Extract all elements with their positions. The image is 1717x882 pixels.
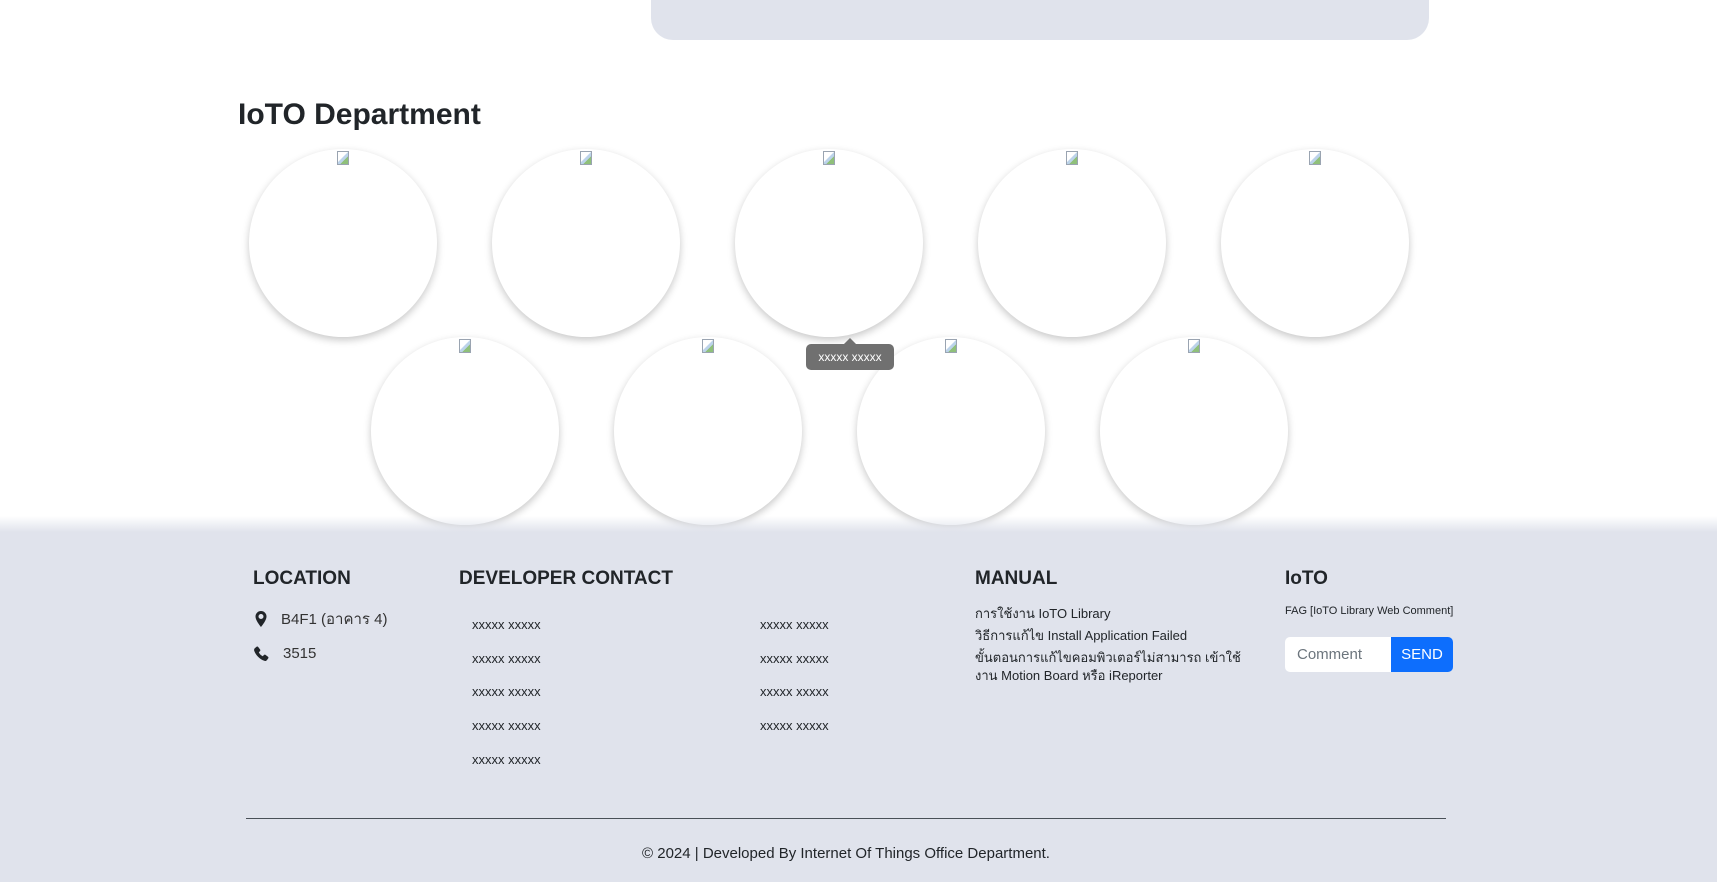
member-avatar[interactable] (371, 337, 559, 525)
broken-image-icon (580, 151, 592, 165)
location-place: B4F1 (อาคาร 4) (253, 607, 387, 631)
manual-link-motion-board[interactable]: ขั้นตอนการแก้ไขคอมพิวเตอร์ไม่สามารถ เข้า… (975, 649, 1255, 685)
developer-contact-item: xxxxx xxxxx (760, 684, 829, 699)
developer-contact-item: xxxxx xxxxx (472, 651, 541, 666)
developer-contact-item: xxxxx xxxxx (472, 718, 541, 733)
developer-contact-heading: DEVELOPER CONTACT (459, 568, 673, 589)
map-pin-icon (255, 611, 267, 627)
member-avatar[interactable] (249, 149, 437, 337)
member-avatar[interactable] (978, 149, 1166, 337)
broken-image-icon (823, 151, 835, 165)
developer-contact-item: xxxxx xxxxx (760, 617, 829, 632)
top-panel (651, 0, 1429, 40)
department-title: IoTO Department (238, 98, 481, 131)
phone-icon (254, 646, 269, 661)
member-avatar[interactable] (1100, 337, 1288, 525)
location-phone: 3515 (253, 645, 316, 662)
location-place-text: B4F1 (อาคาร 4) (281, 611, 388, 628)
developer-contact-item: xxxxx xxxxx (760, 651, 829, 666)
member-avatar[interactable] (614, 337, 802, 525)
ioto-heading: IoTO (1285, 568, 1328, 589)
developer-contact-item: xxxxx xxxxx (760, 718, 829, 733)
broken-image-icon (702, 339, 714, 353)
footer-divider (246, 818, 1446, 819)
location-phone-text: 3515 (283, 645, 317, 662)
developer-contact-item: xxxxx xxxxx (472, 752, 541, 767)
broken-image-icon (337, 151, 349, 165)
manual-link-library[interactable]: การใช้งาน IoTO Library (975, 605, 1255, 623)
fag-text: FAG [IoTO Library Web Comment] (1285, 605, 1454, 617)
location-heading: LOCATION (253, 568, 351, 589)
copyright: © 2024 | Developed By Internet Of Things… (642, 845, 1050, 862)
developer-contact-item: xxxxx xxxxx (472, 617, 541, 632)
member-avatar[interactable] (735, 149, 923, 337)
broken-image-icon (1309, 151, 1321, 165)
broken-image-icon (459, 339, 471, 353)
comment-input[interactable] (1285, 637, 1391, 672)
member-name-tooltip: xxxxx xxxxx (806, 338, 894, 370)
broken-image-icon (1066, 151, 1078, 165)
broken-image-icon (945, 339, 957, 353)
member-avatar[interactable] (492, 149, 680, 337)
member-avatar[interactable] (1221, 149, 1409, 337)
send-button[interactable]: SEND (1391, 637, 1453, 672)
manual-heading: MANUAL (975, 568, 1058, 589)
manual-link-install-failed[interactable]: วิธีการแก้ไข Install Application Failed (975, 627, 1255, 645)
developer-contact-item: xxxxx xxxxx (472, 684, 541, 699)
broken-image-icon (1188, 339, 1200, 353)
